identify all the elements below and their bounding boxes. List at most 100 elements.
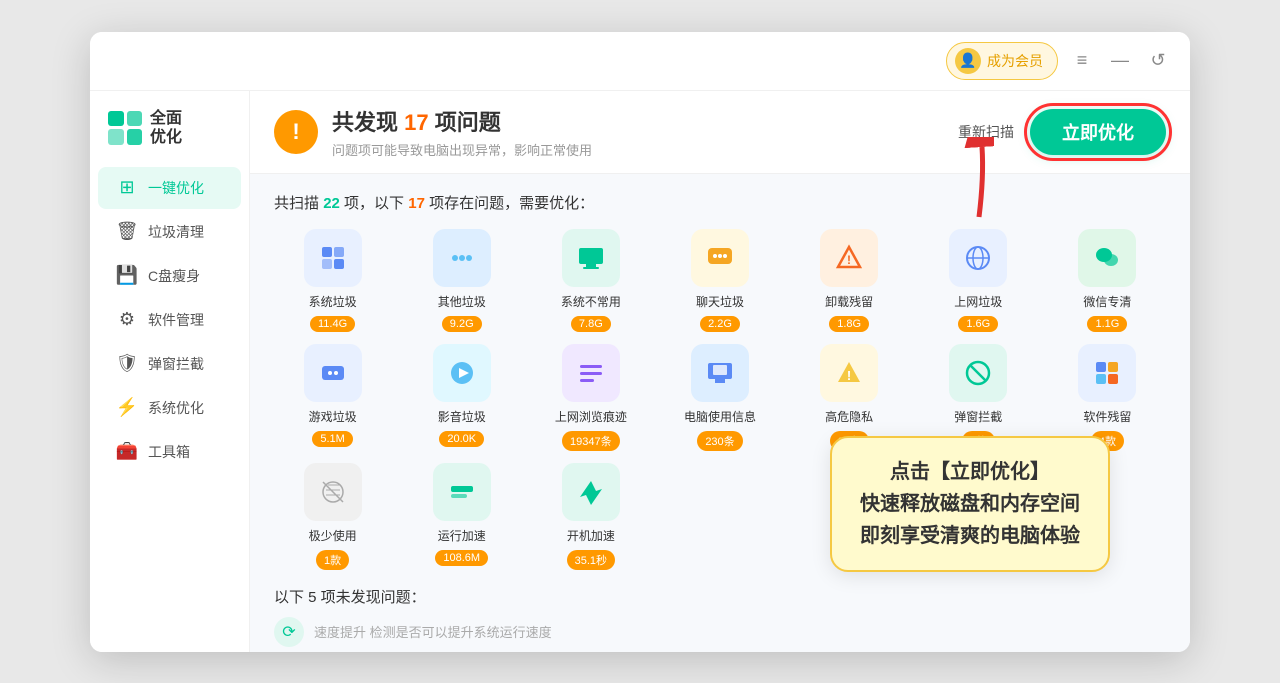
sidebar-item-sysopt[interactable]: ⚡ 系统优化 (98, 387, 241, 429)
issue-name-系统垃圾: 系统垃圾 (309, 293, 357, 310)
sidebar-item-cdisk[interactable]: 💾 C盘瘦身 (98, 255, 241, 297)
issue-item-运行加速[interactable]: 运行加速 108.6M (403, 463, 520, 570)
issue-item-开机加速[interactable]: 开机加速 35.1秒 (532, 463, 649, 570)
issue-item-极少使用[interactable]: 极少使用 1款 (274, 463, 391, 570)
issue-badge-其他垃圾: 9.2G (442, 316, 482, 332)
member-label: 成为会员 (987, 51, 1043, 71)
content-header: ! 共发现 17 项问题 问题项可能导致电脑出现异常，影响正常使用 重新扫描 (250, 91, 1190, 174)
header-subtitle: 问题项可能导致电脑出现异常，影响正常使用 (332, 140, 592, 159)
issue-item-上网浏览痕迹[interactable]: 上网浏览痕迹 19347条 (532, 344, 649, 451)
issue-item-其他垃圾[interactable]: 其他垃圾 9.2G (403, 229, 520, 332)
sidebar-item-label: 弹窗拦截 (148, 354, 204, 374)
refresh-icon[interactable]: ↺ (1144, 47, 1172, 75)
issue-icon-运行加速 (433, 463, 491, 521)
sidebar-item-label: 工具箱 (148, 442, 190, 462)
issue-badge-弹窗拦截: 5款 (962, 431, 995, 451)
issue-name-上网垃圾: 上网垃圾 (954, 293, 1002, 310)
issue-item-系统不常用[interactable]: 系统不常用 7.8G (532, 229, 649, 332)
member-button[interactable]: 👤 成为会员 (946, 42, 1058, 80)
issue-name-上网浏览痕迹: 上网浏览痕迹 (555, 408, 627, 425)
sidebar-item-toolbox[interactable]: 🧰 工具箱 (98, 431, 241, 473)
issue-name-微信专清: 微信专清 (1083, 293, 1131, 310)
svg-text:!: ! (847, 253, 851, 267)
issue-icon-聊天垃圾 (691, 229, 749, 287)
issue-name-极少使用: 极少使用 (309, 527, 357, 544)
menu-icon[interactable]: ≡ (1068, 47, 1096, 75)
sidebar-item-label: 垃圾清理 (148, 222, 204, 242)
issue-icon-高危隐私: ! (820, 344, 878, 402)
issue-icon-游戏垃圾 (304, 344, 362, 402)
issue-badge-上网浏览痕迹: 19347条 (562, 431, 620, 451)
popup-icon: 🛡 (116, 353, 138, 375)
issue-icon-系统不常用 (562, 229, 620, 287)
issue-badge-卸载残留: 1.8G (829, 316, 869, 332)
app-logo: 全面 优化 (90, 109, 249, 165)
issue-item-系统垃圾[interactable]: 系统垃圾 11.4G (274, 229, 391, 332)
issue-name-电脑使用信息: 电脑使用信息 (684, 408, 756, 425)
content-area: ! 共发现 17 项问题 问题项可能导致电脑出现异常，影响正常使用 重新扫描 (250, 91, 1190, 652)
sidebar-item-label: 系统优化 (148, 398, 204, 418)
issue-name-系统不常用: 系统不常用 (561, 293, 621, 310)
issue-name-运行加速: 运行加速 (438, 527, 486, 544)
sidebar-item-software[interactable]: ⚙ 软件管理 (98, 299, 241, 341)
svg-text:!: ! (847, 368, 851, 383)
issue-badge-系统垃圾: 11.4G (310, 316, 355, 332)
issue-item-软件残留[interactable]: 软件残留 4款 (1049, 344, 1166, 451)
issue-icon-上网垃圾 (949, 229, 1007, 287)
issue-icon-电脑使用信息 (691, 344, 749, 402)
issue-item-卸载残留[interactable]: ! 卸载残留 1.8G (791, 229, 908, 332)
issue-name-弹窗拦截: 弹窗拦截 (954, 408, 1002, 425)
sidebar: 全面 优化 ⊞ 一键优化 🗑 垃圾清理 💾 C盘瘦身 ⚙ 软件管理 🛡 (90, 91, 250, 652)
optimize-button[interactable]: 立即优化 (1030, 109, 1166, 155)
issue-item-聊天垃圾[interactable]: 聊天垃圾 2.2G (661, 229, 778, 332)
no-issue-section: 以下 5 项未发现问题： (274, 586, 1166, 607)
issue-name-开机加速: 开机加速 (567, 527, 615, 544)
one-click-icon: ⊞ (116, 177, 138, 199)
issue-name-软件残留: 软件残留 (1083, 408, 1131, 425)
rescan-button[interactable]: 重新扫描 (958, 122, 1014, 142)
issue-icon-上网浏览痕迹 (562, 344, 620, 402)
sidebar-item-one-click[interactable]: ⊞ 一键优化 (98, 167, 241, 209)
sidebar-item-label: 软件管理 (148, 310, 204, 330)
header-title: 共发现 17 项问题 (332, 105, 592, 137)
trash-icon: 🗑 (116, 221, 138, 243)
issue-badge-运行加速: 108.6M (435, 550, 488, 566)
issue-badge-高危隐私: 68条 (830, 431, 869, 451)
issue-item-游戏垃圾[interactable]: 游戏垃圾 5.1M (274, 344, 391, 451)
logo-text: 全面 优化 (150, 109, 182, 147)
issue-badge-微信专清: 1.1G (1087, 316, 1127, 332)
speed-text: 速度提升 检测是否可以提升系统运行速度 (314, 622, 552, 641)
sidebar-item-popup[interactable]: 🛡 弹窗拦截 (98, 343, 241, 385)
issue-icon-卸载残留: ! (820, 229, 878, 287)
issue-name-聊天垃圾: 聊天垃圾 (696, 293, 744, 310)
issue-item-高危隐私[interactable]: ! 高危隐私 68条 (791, 344, 908, 451)
issue-badge-上网垃圾: 1.6G (958, 316, 998, 332)
member-avatar: 👤 (955, 48, 981, 74)
issue-badge-软件残留: 4款 (1091, 431, 1124, 451)
logo-grid-icon (108, 111, 142, 145)
issue-item-微信专清[interactable]: 微信专清 1.1G (1049, 229, 1166, 332)
issue-count: 17 (404, 110, 428, 135)
issue-badge-影音垃圾: 20.0K (439, 431, 484, 447)
issue-badge-电脑使用信息: 230条 (697, 431, 742, 451)
issue-item-影音垃圾[interactable]: 影音垃圾 20.0K (403, 344, 520, 451)
issue-icon-极少使用 (304, 463, 362, 521)
issue-item-弹窗拦截[interactable]: 弹窗拦截 5款 (920, 344, 1037, 451)
sidebar-item-trash[interactable]: 🗑 垃圾清理 (98, 211, 241, 253)
issue-name-影音垃圾: 影音垃圾 (438, 408, 486, 425)
issue-name-游戏垃圾: 游戏垃圾 (309, 408, 357, 425)
content-body: 共扫描 22 项，以下 17 项存在问题，需要优化： 系统垃圾 11.4G 其他… (250, 174, 1190, 652)
issue-icon-微信专清 (1078, 229, 1136, 287)
issue-item-电脑使用信息[interactable]: 电脑使用信息 230条 (661, 344, 778, 451)
minimize-icon[interactable]: — (1106, 47, 1134, 75)
sidebar-item-label: 一键优化 (148, 178, 204, 198)
issues-grid: 系统垃圾 11.4G 其他垃圾 9.2G 系统不常用 7.8G 聊天垃圾 2.2… (274, 229, 1166, 570)
software-icon: ⚙ (116, 309, 138, 331)
issue-icon-弹窗拦截 (949, 344, 1007, 402)
speed-item: ⟳ 速度提升 检测是否可以提升系统运行速度 (274, 617, 1166, 647)
issue-name-高危隐私: 高危隐私 (825, 408, 873, 425)
issue-icon-系统垃圾 (304, 229, 362, 287)
issue-item-上网垃圾[interactable]: 上网垃圾 1.6G (920, 229, 1037, 332)
cdisk-icon: 💾 (116, 265, 138, 287)
toolbox-icon: 🧰 (116, 441, 138, 463)
